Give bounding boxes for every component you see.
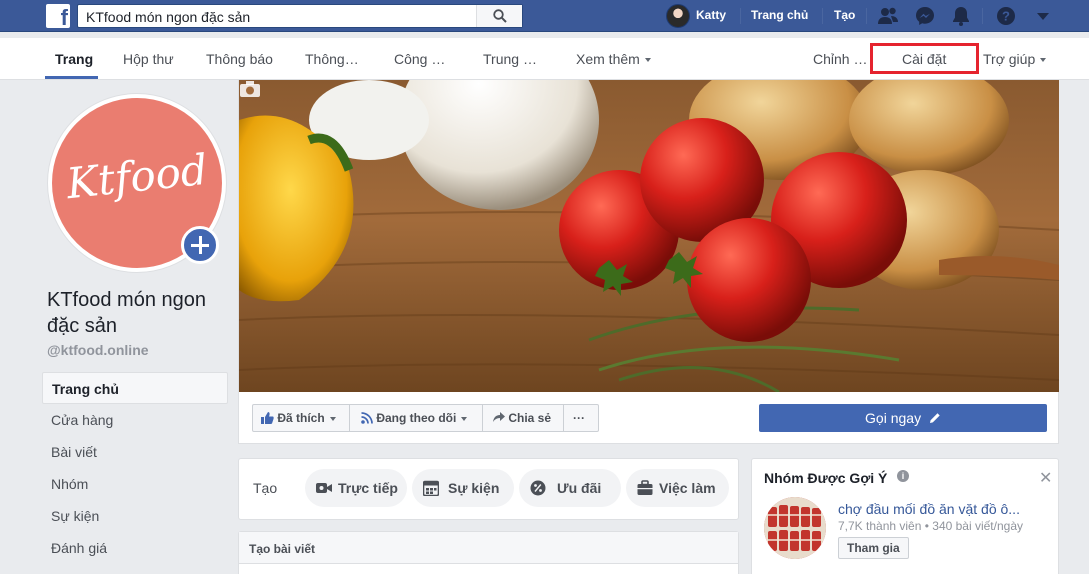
share-icon [493,412,505,422]
briefcase-icon [637,480,653,495]
more-options-button[interactable]: ··· [573,405,585,431]
suggested-groups-title: Nhóm Được Gợi Ý [764,470,888,486]
divider [822,8,823,24]
page-title: KTfood món ngon đặc sản [47,289,206,337]
group-thumbnail[interactable] [764,497,826,559]
offer-button[interactable]: Ưu đãi [519,469,621,507]
side-menu-item-shop[interactable]: Cửa hàng [42,404,228,436]
divider [866,8,867,24]
close-icon[interactable]: ✕ [1039,468,1052,488]
create-label: Tạo [253,480,278,496]
tab-more-label: Xem thêm [576,51,640,67]
page-username[interactable]: @ktfood.online [47,342,149,358]
rss-icon [361,412,373,424]
group-name-link[interactable]: chợ đầu mối đồ ăn vặt đồ ô... [838,501,1050,517]
svg-text:?: ? [1002,9,1010,24]
tab-page[interactable]: Trang [55,51,93,67]
divider [482,405,483,431]
tab-inbox[interactable]: Hộp thư [123,51,174,67]
create-post-title: Tạo bài viết [249,542,316,556]
search-icon [493,9,507,23]
job-button[interactable]: Việc làm [626,469,729,507]
event-label: Sự kiện [448,480,500,496]
thumbs-up-icon [261,412,274,424]
following-label: Đang theo dõi [376,411,457,425]
side-menu-item-home[interactable]: Trang chủ [42,372,228,404]
following-button[interactable]: Đang theo dõi [361,405,468,431]
user-name: Katty [696,8,727,22]
friends-icon[interactable] [877,5,899,27]
create-bar: Tạo Trực tiếp Sự kiện Ưu đãi Việc làm [238,458,739,520]
page-side-menu: Trang chủ Cửa hàng Bài viết Nhóm Sự kiện… [42,372,228,564]
cover-card: Đã thích Đang theo dõi Chia sẻ ··· Gọi n… [238,80,1059,444]
search-button[interactable] [476,5,522,27]
search-input[interactable]: KTfood món ngon đặc sản [86,9,250,25]
camera-icon[interactable] [239,80,261,98]
facebook-logo-icon[interactable]: f [46,4,70,30]
percent-badge-icon [530,480,546,496]
job-label: Việc làm [659,480,716,496]
share-button[interactable]: Chia sẻ [493,405,551,431]
liked-button[interactable]: Đã thích [261,405,336,431]
divider [982,8,983,24]
call-now-label: Gọi ngay [865,410,922,426]
offer-label: Ưu đãi [557,480,602,496]
live-video-label: Trực tiếp [338,480,398,496]
facebook-logo-letter: f [60,5,68,30]
home-link[interactable]: Trang chủ [751,8,808,22]
help-icon[interactable]: ? [995,5,1017,27]
divider [349,405,350,431]
page-actions-group: Đã thích Đang theo dõi Chia sẻ ··· [252,404,599,432]
pencil-icon[interactable] [929,412,941,424]
create-post-header: Tạo bài viết [239,532,738,564]
avatar [666,4,690,28]
messenger-icon[interactable] [914,5,936,27]
tab-edit[interactable]: Chỉnh … [813,51,867,67]
video-camera-icon [316,483,332,493]
join-group-button[interactable]: Tham gia [838,537,909,559]
top-navigation-bar: f KTfood món ngon đặc sản Katty Trang ch… [0,0,1089,32]
suggested-groups-card: Nhóm Được Gợi Ý i ✕ chợ đầu mối đồ ăn vặ… [751,458,1059,574]
cover-photo[interactable] [239,80,1059,392]
tab-publishing-tools[interactable]: Công … [394,51,445,67]
create-link[interactable]: Tạo [834,8,855,22]
tab-more[interactable]: Xem thêm [576,51,651,67]
group-photo-illustration [764,497,826,559]
share-label: Chia sẻ [508,411,552,425]
chevron-down-icon [1040,58,1047,63]
event-button[interactable]: Sự kiện [412,469,514,507]
tab-ad-center[interactable]: Trung … [483,51,537,67]
info-icon[interactable]: i [897,470,909,482]
create-post-card[interactable]: Tạo bài viết [238,531,739,574]
side-menu-item-reviews[interactable]: Đánh giá [42,532,228,564]
search-box[interactable]: KTfood món ngon đặc sản [77,4,523,28]
divider [740,8,741,24]
page-logo: Ktfood [64,144,210,209]
settings-highlight-box [870,43,979,74]
tab-insights[interactable]: Thông… [305,51,359,67]
liked-label: Đã thích [277,411,325,425]
tab-help-label: Trợ giúp [983,51,1036,67]
group-stats: 7,7K thành viên • 340 bài viết/ngày [838,519,1023,533]
notifications-icon[interactable] [950,5,972,27]
live-video-button[interactable]: Trực tiếp [305,469,407,507]
tab-help[interactable]: Trợ giúp [983,51,1047,67]
divider [563,405,564,431]
side-menu-item-groups[interactable]: Nhóm [42,468,228,500]
add-profile-photo-button[interactable] [181,226,219,264]
chevron-down-icon [461,416,468,421]
chevron-down-icon [644,58,651,63]
cover-vegetables-illustration [239,80,1059,392]
tab-notifications[interactable]: Thông báo [206,51,273,67]
calendar-icon [423,480,439,496]
side-menu-item-events[interactable]: Sự kiện [42,500,228,532]
active-tab-indicator [45,76,98,79]
call-now-button[interactable]: Gọi ngay [759,404,1047,432]
chevron-down-icon [329,416,336,421]
account-menu-icon[interactable] [1032,5,1054,27]
side-menu-item-posts[interactable]: Bài viết [42,436,228,468]
